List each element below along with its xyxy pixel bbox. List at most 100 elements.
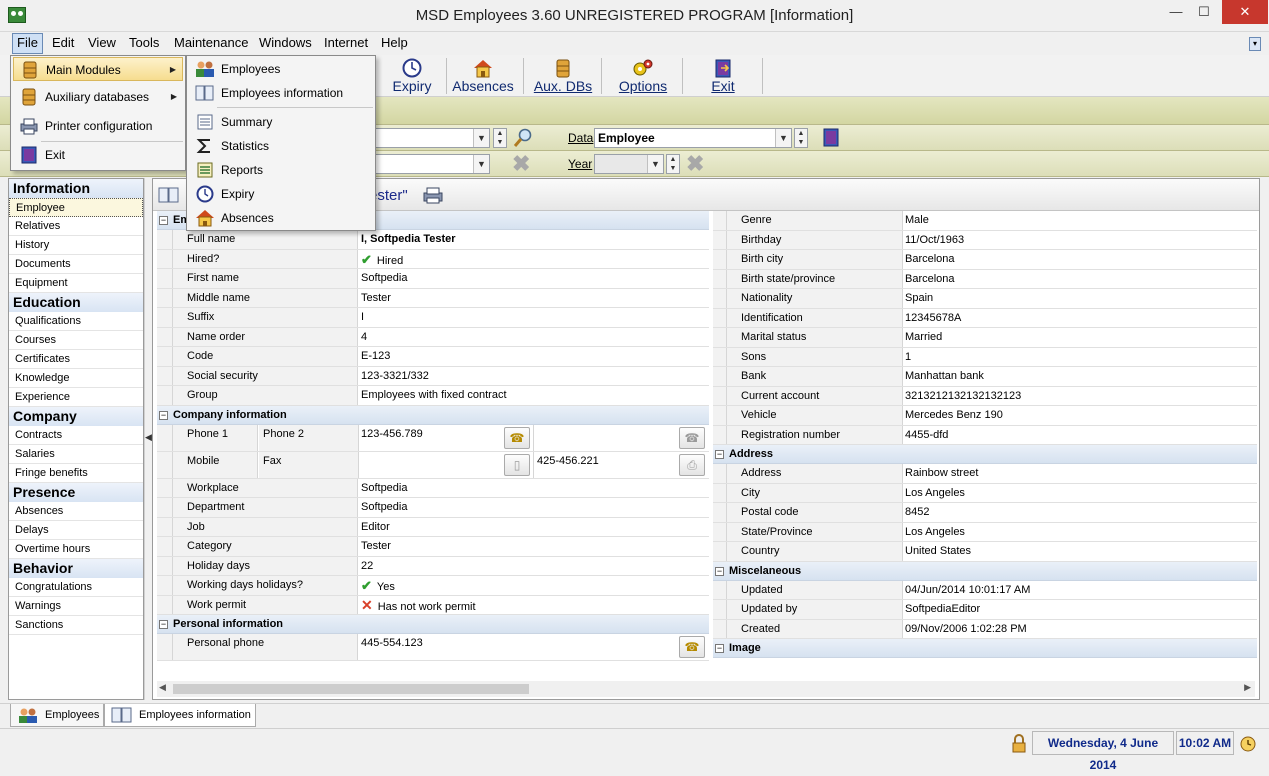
nav-knowledge[interactable]: Knowledge xyxy=(9,369,143,388)
mobile-icon[interactable]: ▯ xyxy=(504,453,530,476)
menu-edit[interactable]: Edit xyxy=(48,33,78,54)
year-spin[interactable]: ▲ ▼ xyxy=(666,154,680,174)
year-combo[interactable]: ▼ xyxy=(594,154,664,174)
tab-employees[interactable]: Employees xyxy=(10,704,104,727)
collapse-icon[interactable]: − xyxy=(715,566,724,576)
collapse-icon[interactable]: − xyxy=(159,216,168,225)
search-icon[interactable] xyxy=(512,127,534,149)
chevron-down-icon[interactable]: ▼ xyxy=(473,155,489,173)
nav-experience[interactable]: Experience xyxy=(9,388,143,407)
status-date: Wednesday, 4 June 2014 xyxy=(1032,731,1174,772)
row-current-account: Current account 3213212132132132123 xyxy=(713,386,1257,406)
nav-delays[interactable]: Delays xyxy=(9,521,143,540)
exit-button[interactable]: Exit xyxy=(687,57,759,95)
horizontal-scrollbar[interactable]: ◀ ▶ xyxy=(157,681,1255,697)
clear-filter-icon[interactable]: ✖ xyxy=(512,153,530,175)
submenu-summary[interactable]: Summary xyxy=(189,110,373,134)
nav-qualifications[interactable]: Qualifications xyxy=(9,312,143,331)
nav-certificates[interactable]: Certificates xyxy=(9,350,143,369)
close-button[interactable]: ✕ xyxy=(1222,0,1268,24)
scroll-left-icon[interactable]: ◀ xyxy=(159,682,166,693)
minimize-button[interactable]: — xyxy=(1162,0,1190,24)
chevron-down-icon[interactable]: ▼ xyxy=(647,155,663,173)
collapse-icon[interactable]: − xyxy=(159,410,168,420)
menu-file[interactable]: File xyxy=(12,33,43,54)
scroll-right-icon[interactable]: ▶ xyxy=(1244,682,1251,693)
row-sons: Sons 1 xyxy=(713,347,1257,367)
auxiliary-databases-item[interactable]: Auxiliary databases ▶ xyxy=(13,85,183,109)
tab-employees-information[interactable]: Employees information xyxy=(104,704,256,727)
chevron-down-icon[interactable]: ▼ xyxy=(473,129,489,147)
nav-salaries[interactable]: Salaries xyxy=(9,445,143,464)
nav-congratulations[interactable]: Congratulations xyxy=(9,578,143,597)
collapse-icon[interactable]: − xyxy=(715,644,724,653)
nav-warnings[interactable]: Warnings xyxy=(9,597,143,616)
exit-door-icon[interactable] xyxy=(820,128,842,148)
main-modules-item[interactable]: Main Modules ▶ xyxy=(13,57,183,81)
nav-contracts[interactable]: Contracts xyxy=(9,426,143,445)
lock-icon[interactable] xyxy=(1008,733,1030,755)
menu-view[interactable]: View xyxy=(84,33,120,54)
nav-overtime-hours[interactable]: Overtime hours xyxy=(9,540,143,559)
nav-courses[interactable]: Courses xyxy=(9,331,143,350)
row-registration-number: Registration number 4455-dfd xyxy=(713,425,1257,445)
data-combo[interactable]: Employee ▼ xyxy=(594,128,792,148)
menu-internet[interactable]: Internet xyxy=(320,33,372,54)
nav-absences[interactable]: Absences xyxy=(9,502,143,521)
options-button[interactable]: Options xyxy=(607,57,679,95)
section-address[interactable]: − Address xyxy=(713,445,1257,464)
chevron-down-icon[interactable]: ▾ xyxy=(1249,37,1261,51)
submenu-expiry[interactable]: Expiry xyxy=(189,182,373,206)
filter-combo-1[interactable]: ▼ xyxy=(360,128,490,148)
submenu-employees[interactable]: Employees xyxy=(189,57,373,81)
nav-relatives[interactable]: Relatives xyxy=(9,217,143,236)
row-country: Country United States xyxy=(713,542,1257,562)
scrollbar-thumb[interactable] xyxy=(173,684,529,694)
collapse-icon[interactable]: − xyxy=(715,450,724,459)
group-education: Education xyxy=(9,293,143,312)
nav-employee[interactable]: Employee xyxy=(9,198,143,217)
filter-combo-2[interactable]: ▼ xyxy=(360,154,490,174)
section-personal[interactable]: − Personal information xyxy=(157,615,709,634)
printer-icon[interactable] xyxy=(421,185,445,205)
house-icon xyxy=(196,210,214,227)
aux-dbs-button[interactable]: Aux. DBs xyxy=(527,57,599,95)
filter-spin-1[interactable]: ▲ ▼ xyxy=(493,128,507,148)
row-birth-state: Birth state/province Barcelona xyxy=(713,269,1257,289)
nav-fringe-benefits[interactable]: Fringe benefits xyxy=(9,464,143,483)
clear-year-icon[interactable]: ✖ xyxy=(686,153,704,175)
menu-maintenance[interactable]: Maintenance xyxy=(170,33,252,54)
nav-history[interactable]: History xyxy=(9,236,143,255)
printer-configuration-item[interactable]: Printer configuration xyxy=(13,114,183,138)
gear-icon xyxy=(633,59,653,76)
alarm-icon[interactable] xyxy=(1238,733,1258,753)
exit-item[interactable]: Exit xyxy=(13,143,183,167)
nav-sanctions[interactable]: Sanctions xyxy=(9,616,143,635)
menu-help[interactable]: Help xyxy=(377,33,412,54)
check-icon: ✔ xyxy=(361,251,372,267)
grid-left: − Em Full name I, Softpedia Tester Hired? ✔… xyxy=(157,211,709,661)
nav-equipment[interactable]: Equipment xyxy=(9,274,143,293)
submenu-absences[interactable]: Absences xyxy=(189,206,373,230)
absences-button[interactable]: Absences xyxy=(447,57,519,95)
collapse-arrow-icon[interactable]: ◀ xyxy=(145,432,152,443)
section-image[interactable]: − Image xyxy=(713,639,1257,658)
nav-documents[interactable]: Documents xyxy=(9,255,143,274)
submenu-employees-information[interactable]: Employees information xyxy=(189,81,373,105)
chevron-down-icon[interactable]: ▼ xyxy=(775,129,791,147)
section-company[interactable]: − Company information xyxy=(157,405,709,425)
book-icon[interactable] xyxy=(157,185,181,205)
section-miscelaneous[interactable]: − Miscelaneous xyxy=(713,561,1257,581)
menu-windows[interactable]: Windows xyxy=(255,33,316,54)
dial-phone2-button[interactable]: ☎ xyxy=(679,426,705,449)
submenu-reports[interactable]: Reports xyxy=(189,158,373,182)
dial-personal-phone-button[interactable]: ☎ xyxy=(679,636,705,658)
expiry-button[interactable]: Expiry xyxy=(376,57,448,95)
fax-icon[interactable]: ⎙ xyxy=(679,453,705,476)
data-spin[interactable]: ▲ ▼ xyxy=(794,128,808,148)
dial-phone1-button[interactable]: ☎ xyxy=(504,426,530,449)
menu-tools[interactable]: Tools xyxy=(125,33,163,54)
maximize-button[interactable]: ☐ xyxy=(1190,0,1218,24)
collapse-icon[interactable]: − xyxy=(159,620,168,629)
submenu-statistics[interactable]: Statistics xyxy=(189,134,373,158)
